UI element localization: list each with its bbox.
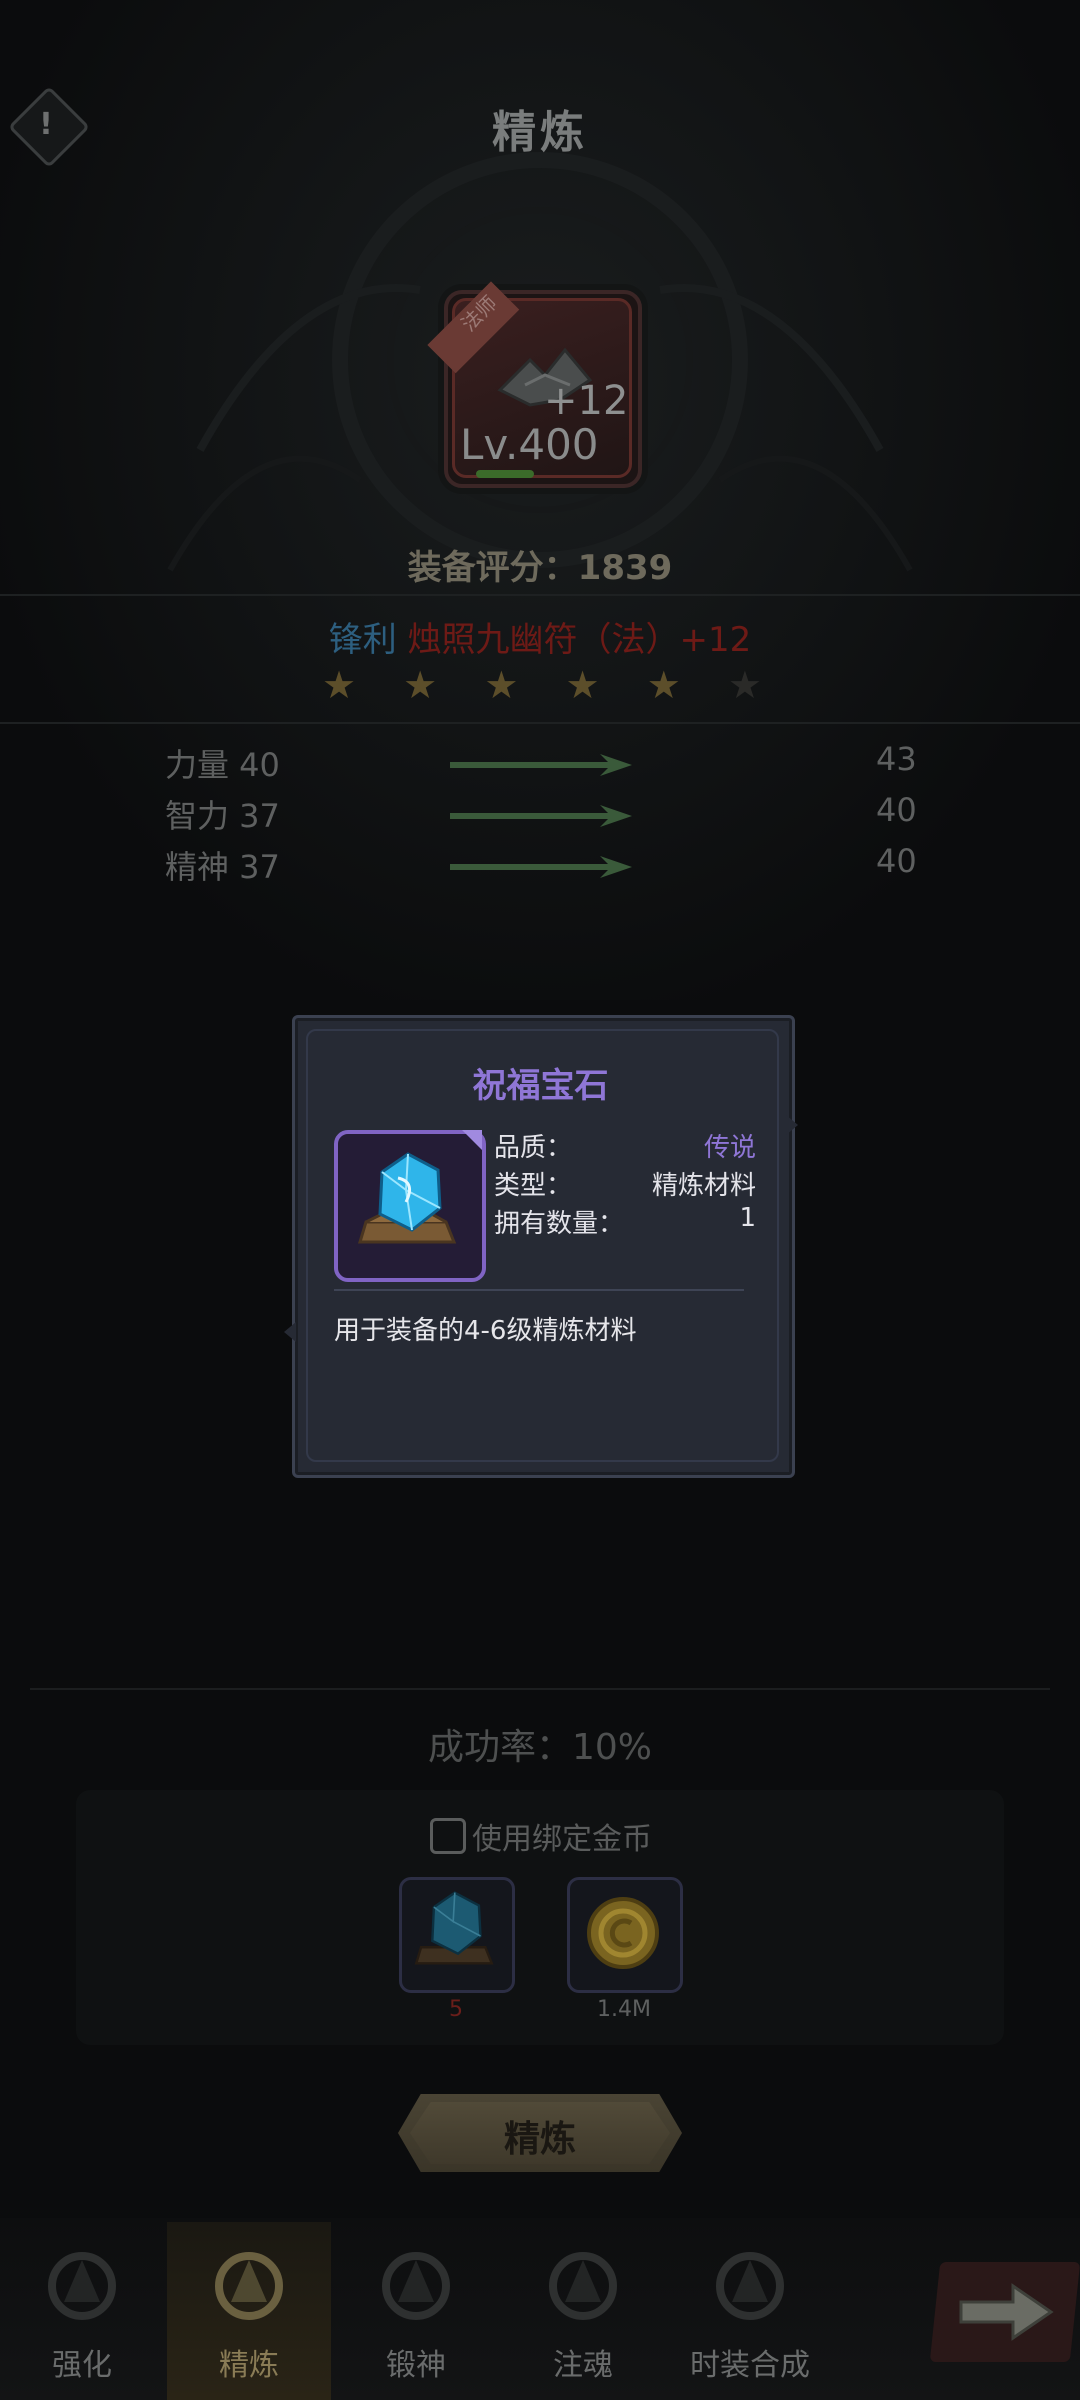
star-icon: ★ bbox=[484, 663, 519, 707]
next-arrow-icon[interactable] bbox=[955, 2280, 1055, 2344]
forge-god-icon bbox=[382, 2252, 450, 2320]
stat-current: 力量 40 bbox=[165, 746, 280, 784]
gold-coin-icon bbox=[587, 1897, 659, 1969]
nav-tab-label: 强化 bbox=[52, 2348, 112, 2383]
stat-row: 智力 37 40 bbox=[0, 791, 1080, 841]
stat-after: 43 bbox=[876, 740, 917, 778]
soul-inject-icon bbox=[549, 2252, 617, 2320]
arrow-right-icon bbox=[450, 754, 632, 776]
tooltip-value: 传说 bbox=[703, 1133, 756, 1163]
stat-row: 精神 37 40 bbox=[0, 842, 1080, 892]
blessing-gem-icon bbox=[414, 1891, 494, 1965]
fashion-synthesis-icon bbox=[716, 2252, 784, 2320]
star-icon: ★ bbox=[403, 663, 438, 707]
stat-row: 力量 40 43 bbox=[0, 740, 1080, 790]
nav-tab[interactable]: 强化 bbox=[0, 2222, 164, 2400]
arrow-right-icon bbox=[450, 805, 632, 827]
enhance-icon bbox=[48, 2252, 116, 2320]
nav-tab[interactable]: 时装合成 bbox=[668, 2222, 832, 2400]
tooltip-value: 1 bbox=[739, 1203, 756, 1233]
divider bbox=[0, 594, 1080, 596]
nav-tab-label: 锻神 bbox=[386, 2348, 446, 2383]
blessing-gem-icon bbox=[357, 1152, 457, 1244]
stat-after: 40 bbox=[876, 842, 917, 880]
stat-current: 智力 37 bbox=[165, 797, 280, 835]
nav-tab-label: 时装合成 bbox=[690, 2348, 810, 2383]
equipment-score: 装备评分：1839 bbox=[407, 548, 673, 588]
success-rate: 成功率：10% bbox=[427, 1727, 653, 1768]
nav-tab[interactable]: 锻神 bbox=[334, 2222, 498, 2400]
page-title: 精炼 bbox=[492, 107, 588, 158]
bound-gold-label[interactable]: 使用绑定金币 bbox=[472, 1814, 652, 1858]
equipment-name: 锋利 烛照九幽符（法）+12 bbox=[0, 612, 1080, 661]
equipment-title: 烛照九幽符（法）+12 bbox=[407, 620, 752, 660]
refine-icon bbox=[215, 2252, 283, 2320]
divider bbox=[30, 1688, 1050, 1690]
tooltip-separator bbox=[334, 1289, 744, 1291]
star-icon: ★ bbox=[565, 663, 600, 707]
nav-tab-label: 精炼 bbox=[219, 2348, 279, 2383]
divider bbox=[0, 722, 1080, 724]
arrow-right-icon bbox=[450, 856, 632, 878]
star-icon: ★ bbox=[322, 663, 357, 707]
item-tooltip-title: 祝福宝石 bbox=[472, 1066, 609, 1106]
material-count-gold: 1.4M bbox=[597, 1997, 651, 2022]
star-rating: ★ ★ ★ ★ ★ ★ bbox=[322, 660, 762, 710]
refine-button-label[interactable]: 精炼 bbox=[398, 2110, 682, 2162]
tooltip-value: 精炼材料 bbox=[651, 1171, 756, 1201]
bound-gold-checkbox[interactable] bbox=[430, 1818, 466, 1854]
material-count-gem: 5 bbox=[449, 1997, 463, 2022]
equipment-level: Lv.400 bbox=[460, 420, 599, 469]
equipment-prefix: 锋利 bbox=[328, 620, 397, 660]
star-icon: ★ bbox=[727, 663, 762, 707]
item-description: 用于装备的4-6级精炼材料 bbox=[334, 1316, 637, 1346]
tooltip-pointer-left bbox=[284, 1322, 296, 1342]
nav-tab-label: 注魂 bbox=[553, 2348, 613, 2383]
tooltip-pointer-right bbox=[786, 1115, 798, 1135]
equipment-plus-level: +12 bbox=[544, 378, 629, 424]
nav-tab[interactable]: 注魂 bbox=[501, 2222, 665, 2400]
star-icon: ★ bbox=[646, 663, 681, 707]
stat-current: 精神 37 bbox=[165, 848, 280, 886]
nav-tab[interactable]: 精炼 bbox=[167, 2222, 331, 2400]
equipment-progress-bar bbox=[476, 470, 534, 478]
stat-after: 40 bbox=[876, 791, 917, 829]
